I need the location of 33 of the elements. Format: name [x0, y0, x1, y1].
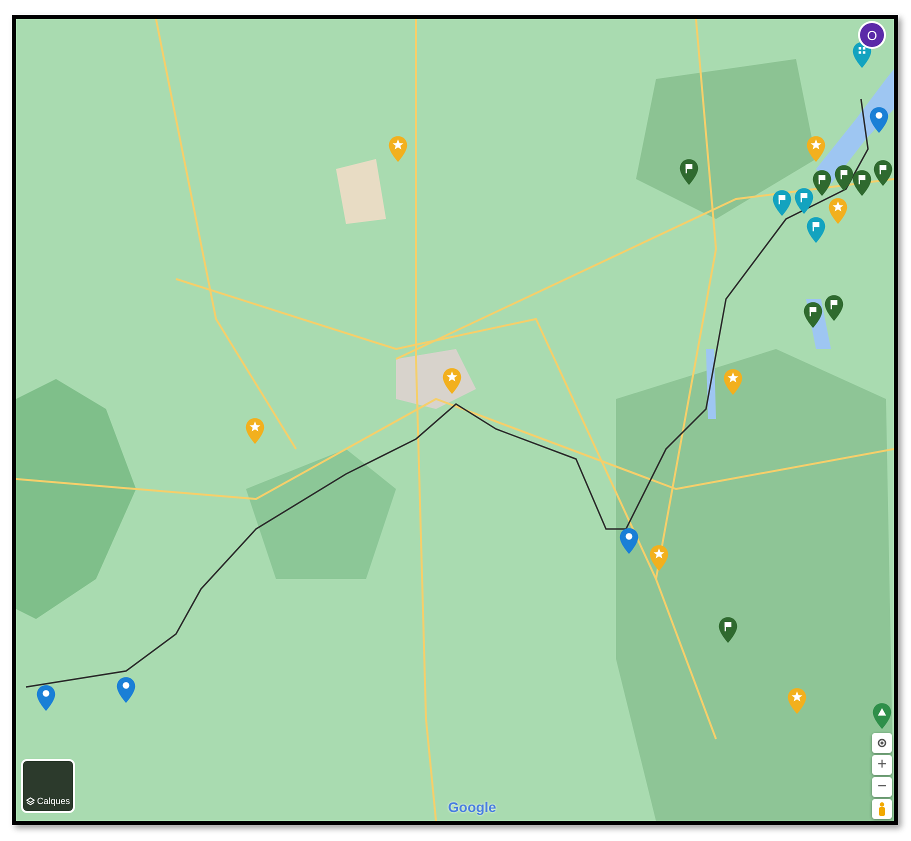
account-avatar[interactable]: O: [860, 23, 884, 47]
flag-pin-icon[interactable]: [794, 187, 814, 215]
zoom-out-button[interactable]: −: [872, 777, 892, 797]
google-logo: Google: [448, 799, 496, 815]
star-pin-icon[interactable]: [806, 135, 826, 163]
layers-button[interactable]: Calques: [21, 759, 75, 813]
zoom-in-button[interactable]: +: [872, 755, 892, 775]
flag-pin-icon[interactable]: [873, 159, 893, 187]
star-pin-icon[interactable]: [723, 368, 743, 396]
flag-pin-icon[interactable]: [824, 294, 844, 322]
star-pin-icon[interactable]: [388, 135, 408, 163]
map-pin-icon[interactable]: [619, 527, 639, 555]
flag-pin-icon[interactable]: [812, 169, 832, 197]
map-pin-icon[interactable]: [869, 106, 889, 134]
lake: [706, 349, 716, 419]
flag-pin-icon[interactable]: [679, 158, 699, 186]
flag-pin-icon[interactable]: [852, 169, 872, 197]
map-pin-icon[interactable]: [36, 684, 56, 712]
map-pin-icon[interactable]: [116, 676, 136, 704]
mountain-pin-icon[interactable]: [872, 702, 892, 730]
farmland-area: [336, 159, 386, 224]
star-pin-icon[interactable]: [245, 417, 265, 445]
star-pin-icon[interactable]: [442, 367, 462, 395]
star-pin-icon[interactable]: [828, 197, 848, 225]
pegman-icon: [878, 802, 886, 816]
flag-pin-icon[interactable]: [803, 301, 823, 329]
layers-icon: [26, 797, 35, 806]
locate-button[interactable]: [872, 733, 892, 753]
flag-pin-icon[interactable]: [834, 164, 854, 192]
star-pin-icon[interactable]: [787, 687, 807, 715]
locate-icon: [876, 737, 888, 749]
star-pin-icon[interactable]: [649, 544, 669, 572]
flag-pin-icon[interactable]: [718, 616, 738, 644]
